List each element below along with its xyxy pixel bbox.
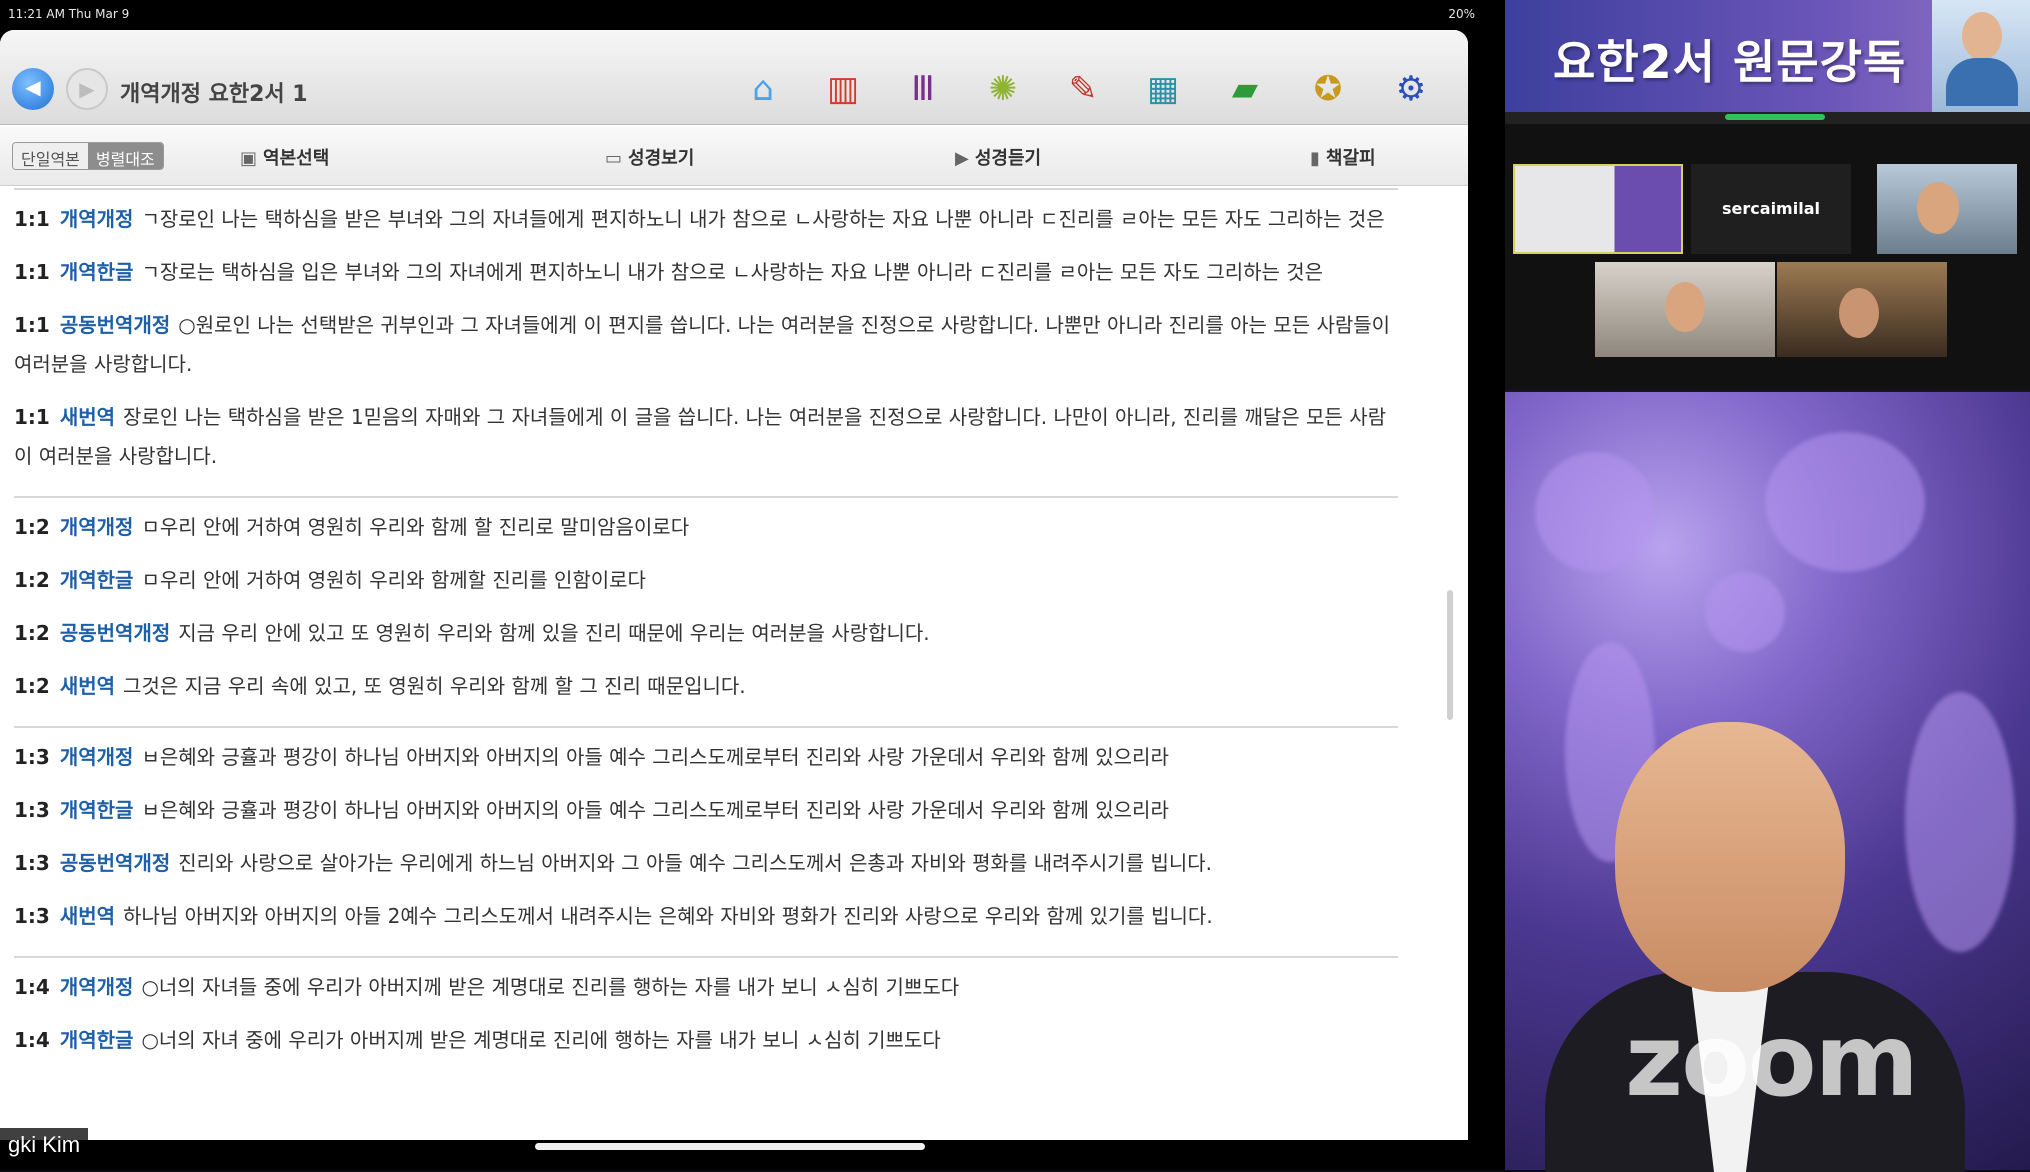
verse-row[interactable]: 1:4 개역한글 ○너의 자녀 중에 우리가 아버지께 받은 계명대로 진리에 행하… <box>14 1021 1398 1060</box>
zoom-logo: zoom <box>1625 1002 1919 1119</box>
open-book-icon: ▭ <box>605 148 623 169</box>
home-icon[interactable]: ⌂ <box>740 66 786 112</box>
video-tile-participant[interactable] <box>1595 262 1775 357</box>
lecturer-photo <box>1932 0 2030 112</box>
app-toolbar: ◀ ▶ 개역개정 요한2서 1 ⌂ ▥ Ⅲ ✺ ✎ ▦ ▰ ✪ ⚙ <box>0 30 1468 125</box>
participant-face <box>1839 288 1879 338</box>
verse-row[interactable]: 1:1 공동번역개정 ○원로인 나는 선택받은 귀부인과 그 자녀들에게 이 편지를… <box>14 306 1398 384</box>
forward-button[interactable]: ▶ <box>66 68 108 110</box>
video-tile-participant[interactable] <box>1877 164 2017 254</box>
verse-list: 1:1 개역개정 ㄱ장로인 나는 택하심을 받은 부녀와 그의 자녀들에게 편지하노… <box>0 188 1468 1140</box>
video-tile-name-only[interactable]: sercaimilal <box>1691 164 1851 254</box>
segment-parallel[interactable]: 병렬대조 <box>87 143 163 169</box>
segment-single[interactable]: 단일역본 <box>13 143 88 169</box>
version-select-button[interactable]: ▣ 역본선택 <box>240 144 329 170</box>
gear-icon[interactable]: ⚙ <box>1388 66 1434 112</box>
verse-group-4: 1:4 개역개정 ○너의 자녀들 중에 우리가 아버지께 받은 계명대로 진리를 행… <box>14 956 1398 1080</box>
page-title: 개역개정 요한2서 1 <box>120 82 308 107</box>
version-select-icon: ▣ <box>240 148 258 169</box>
view-bible-button[interactable]: ▭ 성경보기 <box>605 144 694 170</box>
verse-row[interactable]: 1:2 개역개정 ㅁ우리 안에 거하여 영원히 우리와 함께 할 진리로 말미암음이… <box>14 508 1398 547</box>
verse-row[interactable]: 1:1 개역개정 ㄱ장로인 나는 택하심을 받은 부녀와 그의 자녀들에게 편지하노… <box>14 200 1398 239</box>
ipad-home-indicator <box>535 1143 925 1150</box>
dove-icon[interactable]: ✎ <box>1060 66 1106 112</box>
verse-row[interactable]: 1:1 개역한글 ㄱ장로는 택하심을 입은 부녀와 그의 자녀에게 편지하노니 내가… <box>14 253 1398 292</box>
status-time: 11:21 AM Thu Mar 9 <box>8 7 130 21</box>
arrow-right-icon: ▶ <box>79 77 95 101</box>
verse-row[interactable]: 1:3 개역한글 ㅂ은혜와 긍휼과 평강이 하나님 아버지와 아버지의 아들 예수 … <box>14 791 1398 830</box>
verse-group-1: 1:1 개역개정 ㄱ장로인 나는 택하심을 받은 부녀와 그의 자녀들에게 편지하노… <box>14 188 1398 496</box>
library-icon[interactable]: Ⅲ <box>900 66 946 112</box>
verse-row[interactable]: 1:2 새번역 그것은 지금 우리 속에 있고, 또 영원히 우리와 함께 할 그 … <box>14 667 1398 706</box>
view-mode-segment: 단일역본 병렬대조 <box>12 142 164 170</box>
notebook-icon[interactable]: ▰ <box>1222 66 1268 112</box>
scroll-indicator[interactable] <box>1447 590 1453 720</box>
star-burst-icon[interactable]: ✺ <box>980 66 1026 112</box>
participant-face <box>1917 182 1959 234</box>
video-tile-screen-share[interactable] <box>1513 164 1683 254</box>
back-button[interactable]: ◀ <box>12 68 54 110</box>
verse-row[interactable]: 1:3 개역개정 ㅂ은혜와 긍휼과 평강이 하나님 아버지와 아버지의 아들 예수 … <box>14 738 1398 777</box>
bible-book-icon[interactable]: ▥ <box>820 66 866 112</box>
zoom-video-panel: 요한2서 원문강독 sercaimilal zoom <box>1505 0 2030 1172</box>
shared-screen: 11:21 AM Thu Mar 9 20% ◀ ▶ 개역개정 요한2서 1 ⌂… <box>0 0 1505 1170</box>
status-battery: 20% <box>1448 7 1475 21</box>
recording-indicator <box>1725 114 1825 120</box>
bookmark-button[interactable]: ▮ 책갈피 <box>1310 144 1376 170</box>
bookmark-icon: ▮ <box>1310 148 1320 169</box>
participant-name-tag: gki Kim <box>0 1128 89 1164</box>
verse-row[interactable]: 1:1 새번역 장로인 나는 택하심을 받은 1믿음의 자매와 그 자녀들에게 이 … <box>14 398 1398 476</box>
arrow-left-icon: ◀ <box>25 75 41 99</box>
bible-app-window: ◀ ▶ 개역개정 요한2서 1 ⌂ ▥ Ⅲ ✺ ✎ ▦ ▰ ✪ ⚙ 단일역본 병… <box>0 30 1468 1140</box>
verse-row[interactable]: 1:2 개역한글 ㅁ우리 안에 거하여 영원히 우리와 함께할 진리를 인함이로다 <box>14 561 1398 600</box>
verse-row[interactable]: 1:4 개역개정 ○너의 자녀들 중에 우리가 아버지께 받은 계명대로 진리를 행… <box>14 968 1398 1007</box>
hymn-icon[interactable]: ✪ <box>1305 66 1351 112</box>
app-subbar: 단일역본 병렬대조 ▣ 역본선택 ▭ 성경보기 ▶ 성경듣기 ▮ 책갈피 <box>0 126 1468 186</box>
banner-title: 요한2서 원문강독 <box>1553 35 1907 89</box>
participant-face <box>1665 282 1705 332</box>
verse-row[interactable]: 1:3 공동번역개정 진리와 사랑으로 살아가는 우리에게 하느님 아버지와 그 아… <box>14 844 1398 883</box>
listen-bible-button[interactable]: ▶ 성경듣기 <box>955 144 1041 170</box>
verse-group-3: 1:3 개역개정 ㅂ은혜와 긍휼과 평강이 하나님 아버지와 아버지의 아들 예수 … <box>14 726 1398 956</box>
verse-group-2: 1:2 개역개정 ㅁ우리 안에 거하여 영원히 우리와 함께 할 진리로 말미암음이… <box>14 496 1398 726</box>
verse-row[interactable]: 1:3 새번역 하나님 아버지와 아버지의 아들 2예수 그리스도께서 내려주시는 … <box>14 897 1398 936</box>
ipad-status-bar: 11:21 AM Thu Mar 9 20% <box>0 0 1505 30</box>
active-speaker-video: zoom <box>1505 392 2030 1172</box>
speaker-face <box>1615 722 1845 992</box>
verse-row[interactable]: 1:2 공동번역개정 지금 우리 안에 있고 또 영원히 우리와 함께 있을 진리 … <box>14 614 1398 653</box>
play-icon: ▶ <box>955 148 969 169</box>
video-tile-participant[interactable] <box>1777 262 1947 357</box>
participant-gallery: sercaimilal <box>1505 112 2030 390</box>
gallery-icon[interactable]: ▦ <box>1140 66 1186 112</box>
lecture-banner: 요한2서 원문강독 <box>1505 0 2030 112</box>
